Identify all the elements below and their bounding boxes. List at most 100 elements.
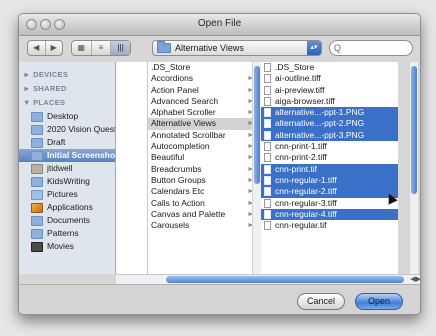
folder-item-label: Breadcrumbs	[151, 163, 202, 174]
file-list-item[interactable]: ai-preview.tiff	[261, 85, 398, 96]
file-item-label: cnn-regular-2.tiff	[275, 186, 337, 197]
sidebar-section-devices[interactable]: ► DEVICES	[19, 68, 115, 82]
search-field[interactable]: Q	[329, 40, 413, 56]
file-item-label: cnn-regular-4.tiff	[275, 208, 337, 219]
scroll-arrows-icon[interactable]: ◀▶	[410, 275, 420, 283]
folder-icon	[31, 111, 43, 122]
folder-list-item[interactable]: Annotated Scrollbar ►	[148, 130, 260, 141]
sidebar-item-label: Desktop	[47, 111, 79, 121]
folder-item-label: Button Groups	[151, 174, 206, 185]
sidebar: ► DEVICES ► SHARED ▼ PLACES Desktop 2020 …	[19, 62, 116, 274]
toolbar: ◀ ▶ ▦ ≡ ||| Alternative Views ▴▾ Q	[19, 36, 420, 62]
folder-list-item[interactable]: Canvas and Palette ►	[148, 209, 260, 220]
file-item-label: alternative...-ppt-1.PNG	[275, 107, 365, 118]
sidebar-item[interactable]: Draft	[19, 136, 115, 149]
back-button[interactable]: ◀	[28, 41, 46, 55]
folder-item-label: Canvas and Palette	[151, 208, 226, 219]
sidebar-item-label: 2020 Vision Quest	[47, 124, 116, 134]
file-item-label: cnn-regular-1.tiff	[275, 174, 337, 185]
folder-item-label: Action Panel	[151, 84, 199, 95]
sidebar-item[interactable]: 2020 Vision Quest	[19, 123, 115, 136]
sidebar-item-label: Documents	[47, 215, 90, 225]
file-item-label: ai-outline.tiff	[275, 73, 321, 84]
file-list-item[interactable]: cnn-regular-2.tiff	[261, 186, 398, 198]
file-list-item[interactable]: cnn-regular.tif	[261, 220, 398, 231]
location-popup[interactable]: Alternative Views ▴▾	[152, 40, 322, 56]
file-list-item[interactable]: .DS_Store	[261, 62, 398, 73]
folder-item-label: Autocompletion	[151, 141, 210, 152]
file-column: .DS_Store ai-outline.tiff ai-preview.tiff a…	[261, 62, 398, 274]
file-icon	[264, 164, 271, 174]
folder-list-item[interactable]: Alternative Views ►	[148, 118, 260, 130]
file-item-label: cnn-regular.tif	[275, 220, 327, 231]
sidebar-item[interactable]: Applications	[19, 201, 115, 214]
file-column-scrollbar[interactable]	[409, 62, 418, 274]
file-item-label: aiga-browser.tiff	[275, 95, 335, 106]
open-button[interactable]: Open	[355, 293, 403, 310]
open-file-dialog: Open File ◀ ▶ ▦ ≡ ||| Alternative Views …	[18, 13, 421, 315]
sidebar-column-gap	[116, 62, 148, 274]
folder-list-item[interactable]: .DS_Store	[148, 62, 260, 73]
folder-item-label: Accordions	[151, 73, 194, 84]
horizontal-scroll-thumb[interactable]	[166, 276, 404, 283]
sidebar-item[interactable]: Movies	[19, 240, 115, 253]
sidebar-item[interactable]: jtidwell	[19, 162, 115, 175]
sidebar-item-label: KidsWriting	[47, 176, 90, 186]
location-label: Alternative Views	[175, 43, 244, 53]
cancel-button[interactable]: Cancel	[297, 293, 345, 310]
sidebar-item[interactable]: Initial Screenshots	[19, 149, 115, 162]
file-list-item[interactable]: cnn-print.tif	[261, 163, 398, 175]
sidebar-item[interactable]: Pictures	[19, 188, 115, 201]
sidebar-section-places[interactable]: ▼ PLACES	[19, 96, 115, 110]
file-list-item[interactable]: cnn-print-1.tiff	[261, 141, 398, 152]
list-view-button[interactable]: ≡	[92, 41, 112, 55]
folder-list-item[interactable]: Calls to Action ►	[148, 198, 260, 209]
folder-list-item[interactable]: Alphabet Scroller ►	[148, 107, 260, 118]
folder-list-item[interactable]: Accordions ►	[148, 73, 260, 84]
file-list-item[interactable]: cnn-print-2.tiff	[261, 152, 398, 163]
file-list-item[interactable]: cnn-regular-1.tiff	[261, 174, 398, 187]
horizontal-scrollbar[interactable]: ◀▶	[116, 274, 420, 284]
file-list-item[interactable]: alternative...-ppt-2.PNG	[261, 118, 398, 130]
file-list-item[interactable]: alternative...-ppt-1.PNG	[261, 107, 398, 119]
file-list-item[interactable]: cnn-regular-4.tiff	[261, 208, 398, 221]
forward-button[interactable]: ▶	[46, 41, 63, 55]
sidebar-section-shared[interactable]: ► SHARED	[19, 82, 115, 96]
folder-list-item[interactable]: Breadcrumbs ►	[148, 164, 260, 175]
scroll-thumb[interactable]	[254, 66, 260, 184]
folder-item-label: Calls to Action	[151, 197, 205, 208]
folder-list-item[interactable]: Action Panel ►	[148, 85, 260, 96]
folder-icon	[31, 215, 43, 226]
folder-list-item[interactable]: Beautiful ►	[148, 152, 260, 163]
file-icon	[264, 63, 271, 72]
column-view-button[interactable]: |||	[111, 41, 131, 55]
sidebar-item-label: Initial Screenshots	[47, 150, 116, 160]
folder-column-scrollbar[interactable]	[252, 62, 261, 274]
file-item-label: cnn-print-1.tiff	[275, 141, 327, 152]
folder-list-item[interactable]: Advanced Search ►	[148, 96, 260, 107]
file-list-item[interactable]: alternative...-ppt-3.PNG	[261, 129, 398, 142]
icon-view-button[interactable]: ▦	[72, 41, 92, 55]
folder-list-item[interactable]: Autocompletion ►	[148, 141, 260, 152]
folder-item-label: Alternative Views	[151, 118, 217, 129]
applications-icon	[31, 202, 43, 213]
window-title: Open File	[197, 18, 242, 29]
scroll-thumb[interactable]	[411, 66, 417, 194]
file-list-item[interactable]: aiga-browser.tiff	[261, 96, 398, 107]
sidebar-item[interactable]: Desktop	[19, 110, 115, 123]
sidebar-item[interactable]: Documents	[19, 214, 115, 227]
file-list-item[interactable]: ai-outline.tiff	[261, 73, 398, 84]
folder-icon	[31, 124, 43, 135]
folder-list-item[interactable]: Carousels ►	[148, 220, 260, 231]
file-icon	[264, 175, 271, 185]
sidebar-item[interactable]: KidsWriting	[19, 175, 115, 188]
dialog-footer: Cancel Open	[19, 284, 420, 314]
sidebar-item[interactable]: Patterns	[19, 227, 115, 240]
folder-item-label: Alphabet Scroller	[151, 107, 216, 118]
sidebar-item-label: Applications	[47, 202, 93, 212]
file-icon	[264, 187, 271, 197]
folder-list-item[interactable]: Calendars Etc ►	[148, 186, 260, 197]
file-list-item[interactable]: cnn-regular-3.tiff	[261, 198, 398, 209]
file-item-label: cnn-regular-3.tiff	[275, 197, 337, 208]
folder-list-item[interactable]: Button Groups ►	[148, 175, 260, 186]
